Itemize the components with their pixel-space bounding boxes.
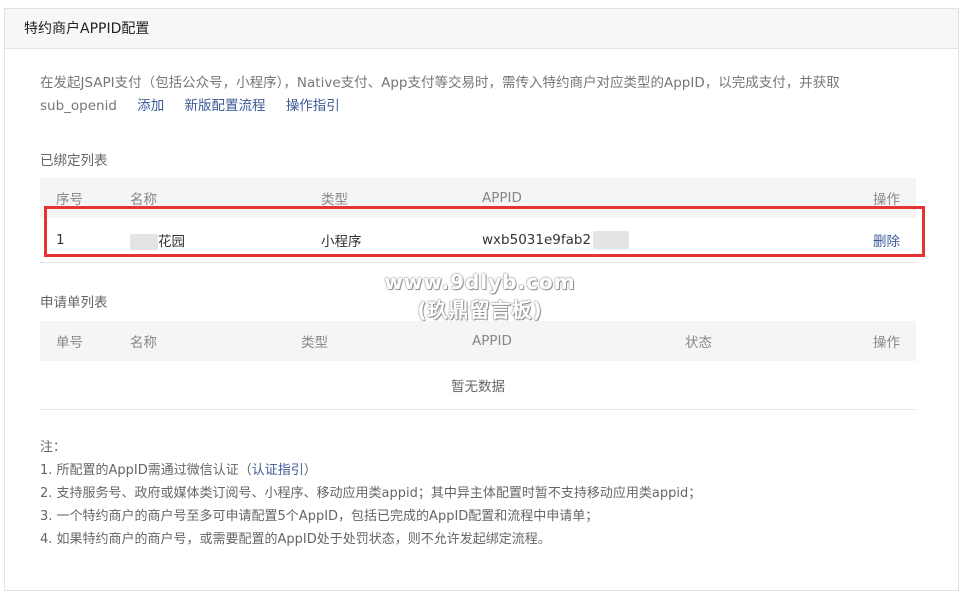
col-index: 序号 [40,178,130,218]
row-name-cell: 花园 [130,218,321,263]
col-appid: APPID [472,321,685,361]
row-index: 1 [40,218,130,263]
note-item-1: 1. 所配置的AppID需通过微信认证（认证指引） [40,459,701,482]
panel-title: 特约商户APPID配置 [5,9,958,49]
col-appid: APPID [482,178,826,218]
col-action: 操作 [826,321,916,361]
bound-table-header: 序号 名称 类型 APPID 操作 [40,178,916,218]
col-type: 类型 [301,321,472,361]
row-type: 小程序 [321,218,482,263]
note-item-4: 4. 如果特约商户的商户号，或需要配置的AppID处于处罚状态，则不允许发起绑定… [40,532,551,547]
add-link[interactable]: 添加 [137,98,164,114]
row-appid: wxb5031e9fab2 [482,232,592,248]
col-status: 状态 [685,321,826,361]
empty-row: 暂无数据 [40,361,916,410]
note-1-suffix: ） [303,463,317,478]
redacted-block [130,234,158,250]
application-table: 单号 名称 类型 APPID 状态 操作 暂无数据 [40,321,916,410]
bound-table: 序号 名称 类型 APPID 操作 1 花园 小程序 wxb5031e9fab2… [40,178,916,263]
table-row: 1 花园 小程序 wxb5031e9fab2 删除 [40,218,916,263]
notes-label: 注： [40,440,67,455]
redacted-block [593,231,630,249]
application-list-title: 申请单列表 [40,295,108,311]
col-action: 操作 [826,178,916,218]
bound-list-title: 已绑定列表 [40,153,108,169]
col-name: 名称 [130,321,301,361]
note-item-3: 3. 一个特约商户的商户号至多可申请配置5个AppID，包括已完成的AppID配… [40,509,599,524]
certification-guide-link[interactable]: 认证指引 [252,463,304,478]
new-config-flow-link[interactable]: 新版配置流程 [185,98,266,114]
row-appid-cell: wxb5031e9fab2 [482,218,826,263]
intro-text-block: 在发起JSAPI支付（包括公众号，小程序），Native支付、App支付等交易时… [40,72,890,118]
col-name: 名称 [130,178,321,218]
col-order-no: 单号 [40,321,130,361]
notes-block: 注： 1. 所配置的AppID需通过微信认证（认证指引） 2. 支持服务号、政府… [40,436,701,551]
delete-link[interactable]: 删除 [873,234,900,250]
empty-text: 暂无数据 [40,361,916,410]
col-type: 类型 [321,178,482,218]
note-item-2: 2. 支持服务号、政府或媒体类订阅号、小程序、移动应用类appid；其中异主体配… [40,486,702,501]
operation-guide-link[interactable]: 操作指引 [286,98,340,114]
note-1-prefix: 1. 所配置的AppID需通过微信认证（ [40,463,252,478]
row-name: 花园 [158,234,185,250]
application-table-header: 单号 名称 类型 APPID 状态 操作 [40,321,916,361]
row-action-cell: 删除 [826,218,916,263]
